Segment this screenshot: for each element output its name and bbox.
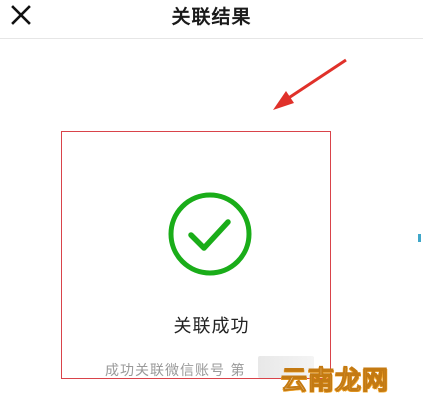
watermark-logo: 云南龙网 <box>280 366 389 397</box>
navbar: 关联结果 <box>0 0 423 39</box>
result-subtitle: 成功关联微信账号 第 <box>105 360 245 380</box>
account-prefix: 第 <box>230 363 246 379</box>
result-subtitle-text: 成功关联微信账号 <box>105 363 225 379</box>
scroll-edge-indicator <box>418 234 421 242</box>
result-page: 关联结果 关联成功 成功关联微信账号 第 云南龙网 <box>0 0 423 405</box>
page-title: 关联结果 <box>171 6 252 28</box>
check-circle-icon <box>168 192 252 276</box>
result-title: 关联成功 <box>173 316 250 337</box>
